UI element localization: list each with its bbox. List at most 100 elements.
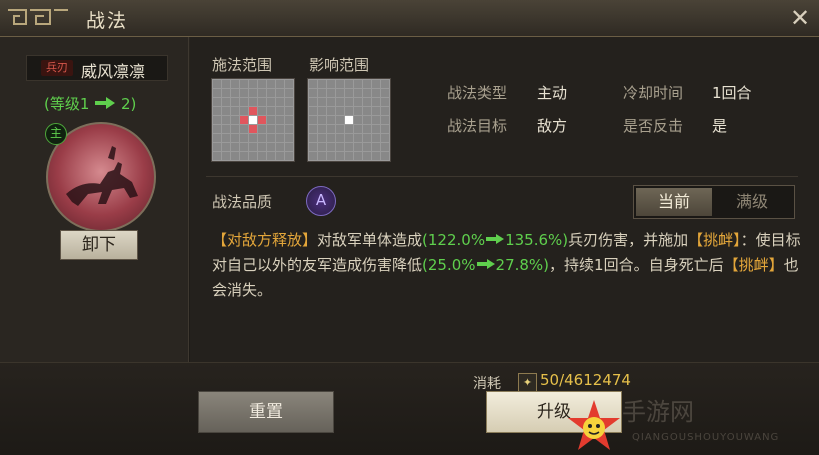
grid-cell <box>354 134 362 142</box>
grid-cell <box>213 80 221 88</box>
grid-cell <box>345 116 353 124</box>
grid-cell <box>327 89 335 97</box>
desc-text: 对敌军单体造成 <box>317 231 423 249</box>
grid-cell <box>354 98 362 106</box>
grid-cell <box>249 125 257 133</box>
grid-cell <box>345 134 353 142</box>
grid-cell <box>381 134 389 142</box>
grid-cell <box>222 125 230 133</box>
grid-cell <box>285 116 293 124</box>
grid-cell <box>267 116 275 124</box>
grid-cell <box>285 89 293 97</box>
general-badge: 主 <box>45 123 67 145</box>
reset-button[interactable]: 重置 <box>198 391 334 433</box>
tag-taunt: 【挑衅】 <box>723 256 784 274</box>
cost-label: 消耗 <box>473 376 501 392</box>
grid-cell <box>372 152 380 160</box>
grid-cell <box>336 143 344 151</box>
grid-cell <box>372 134 380 142</box>
grid-cell <box>381 143 389 151</box>
grid-cell <box>231 152 239 160</box>
grid-cell <box>327 107 335 115</box>
desc-text: ，持续1回合。自身死亡后 <box>549 256 724 274</box>
grid-cell <box>258 107 266 115</box>
grid-cell <box>267 143 275 151</box>
grid-cell <box>372 98 380 106</box>
weapon-damage-tag: 兵刃 <box>41 60 73 76</box>
tactic-target-label: 战法目标 <box>447 117 508 135</box>
grid-cell <box>327 143 335 151</box>
grid-cell <box>354 80 362 88</box>
grid-cell <box>363 98 371 106</box>
grid-cell <box>345 89 353 97</box>
grid-cell <box>240 152 248 160</box>
grid-cell <box>381 125 389 133</box>
grid-cell <box>363 89 371 97</box>
grid-cell <box>222 107 230 115</box>
level-from: (等级1 <box>44 95 90 113</box>
grid-cell <box>345 152 353 160</box>
watermark-title: 手游网 <box>622 398 694 426</box>
unequip-button[interactable]: 卸下 <box>60 230 138 260</box>
grid-cell <box>249 80 257 88</box>
grid-cell <box>249 152 257 160</box>
grid-cell <box>285 152 293 160</box>
grid-cell <box>213 107 221 115</box>
cooldown-value: 1回合 <box>712 84 752 102</box>
grid-cell <box>231 134 239 142</box>
arrow-right-icon <box>486 234 505 244</box>
grid-cell <box>285 125 293 133</box>
grid-cell <box>276 89 284 97</box>
tag-taunt: 【挑衅】 <box>688 231 741 249</box>
grid-cell <box>213 143 221 151</box>
grid-cell <box>240 143 248 151</box>
grid-cell <box>318 152 326 160</box>
grid-cell <box>345 125 353 133</box>
cast-range-grid <box>211 78 295 162</box>
close-icon[interactable]: ✕ <box>786 4 814 32</box>
grid-cell <box>240 134 248 142</box>
grid-cell <box>354 152 362 160</box>
grid-cell <box>240 107 248 115</box>
grid-cell <box>213 125 221 133</box>
level-change: (等级1 2) <box>44 93 136 114</box>
grid-cell <box>213 89 221 97</box>
grid-cell <box>240 89 248 97</box>
tactic-point-icon: ✦ <box>518 373 537 392</box>
grid-cell <box>213 152 221 160</box>
grid-cell <box>249 134 257 142</box>
grid-cell <box>327 152 335 160</box>
grid-cell <box>267 89 275 97</box>
grid-cell <box>222 152 230 160</box>
grid-cell <box>240 80 248 88</box>
grid-cell <box>285 98 293 106</box>
counter-value: 是 <box>712 117 728 135</box>
grid-cell <box>276 134 284 142</box>
grid-cell <box>276 152 284 160</box>
grid-cell <box>372 143 380 151</box>
grid-cell <box>345 98 353 106</box>
title-bar: 战法 ✕ <box>0 0 819 37</box>
damage-rate-from: (122.0% <box>422 231 486 249</box>
grid-cell <box>345 107 353 115</box>
grid-cell <box>267 80 275 88</box>
grid-cell <box>309 89 317 97</box>
grid-cell <box>222 89 230 97</box>
grid-cell <box>327 80 335 88</box>
level-to: 2) <box>120 95 137 113</box>
tag-target-enemy: 【对敌方释放】 <box>212 231 318 249</box>
grid-cell <box>231 80 239 88</box>
grid-cell <box>285 80 293 88</box>
grid-cell <box>309 98 317 106</box>
grid-cell <box>231 116 239 124</box>
grid-cell <box>267 125 275 133</box>
effect-range-grid <box>307 78 391 162</box>
toggle-max-level[interactable]: 满级 <box>714 188 790 216</box>
grid-cell <box>258 143 266 151</box>
grid-cell <box>372 80 380 88</box>
tactic-window: 战法 ✕ 兵刃 威风凛凛 (等级1 2) 主 卸下 施法范围 影响范围 战法类型… <box>0 0 819 455</box>
desc-text: 兵刃伤害，并施加 <box>568 231 689 249</box>
grid-cell <box>309 116 317 124</box>
toggle-current[interactable]: 当前 <box>636 188 712 216</box>
level-view-toggle: 当前 满级 <box>633 185 795 219</box>
